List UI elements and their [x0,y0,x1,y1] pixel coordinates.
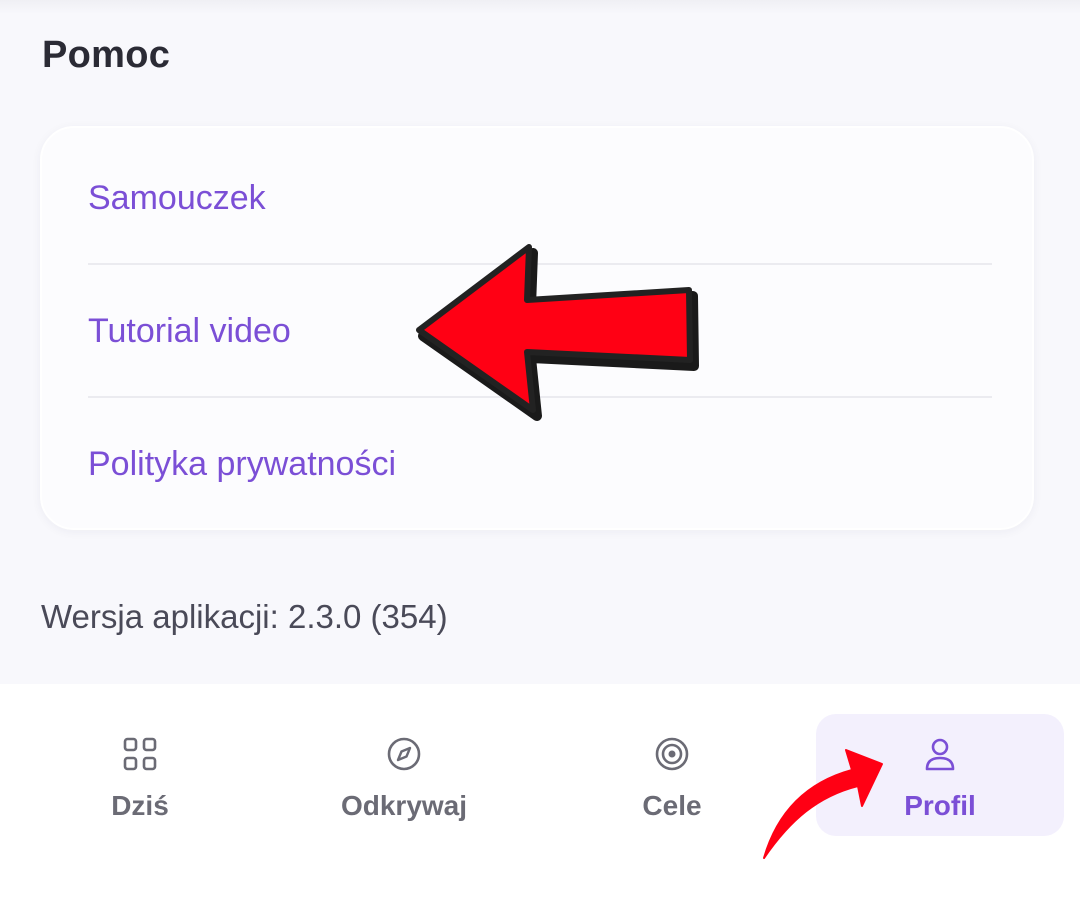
help-card: Samouczek Tutorial video Polityka prywat… [40,126,1034,530]
bottom-navigation: Dziś Odkrywaj Cele Profil [0,684,1080,911]
help-item-privacy-policy[interactable]: Polityka prywatności [88,398,992,530]
top-fade [0,0,1080,14]
user-icon [925,738,955,771]
section-title-help: Pomoc [42,34,171,76]
nav-label: Odkrywaj [340,790,468,821]
help-item-label: Samouczek [88,178,266,217]
nav-item-discover[interactable]: Odkrywaj [280,714,528,836]
nav-item-profile[interactable]: Profil [816,714,1064,836]
nav-label: Profil [904,790,976,821]
target-icon [655,737,689,771]
compass-icon [387,737,421,771]
grid-icon [123,737,157,771]
help-item-tutorial-video[interactable]: Tutorial video [88,265,992,397]
help-item-tutorial[interactable]: Samouczek [88,132,992,264]
nav-label: Dziś [111,790,169,821]
help-item-label: Polityka prywatności [88,444,397,483]
help-item-label: Tutorial video [88,311,291,350]
nav-item-today[interactable]: Dziś [16,714,264,836]
nav-item-goals[interactable]: Cele [548,714,796,836]
app-version: Wersja aplikacji: 2.3.0 (354) [41,598,448,635]
nav-label: Cele [642,790,702,821]
